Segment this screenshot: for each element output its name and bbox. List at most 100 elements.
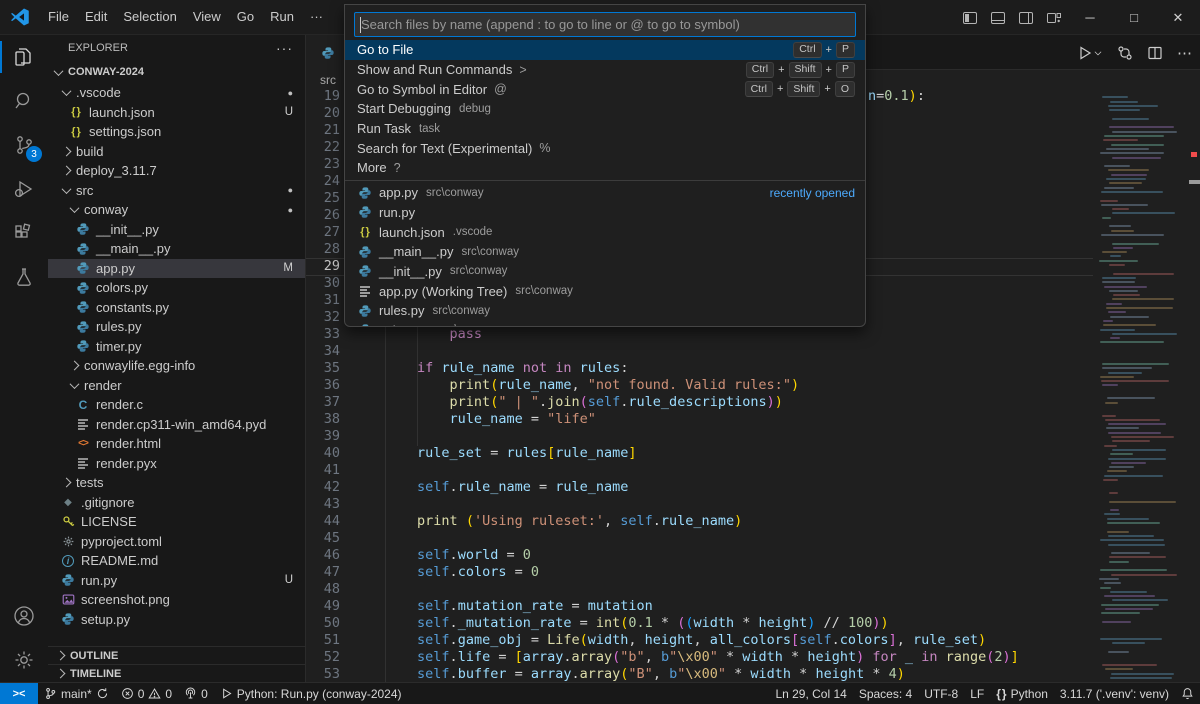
code-line-38: 38 rule_name = "life" (306, 411, 1200, 428)
ports-status[interactable]: 0 (178, 683, 214, 704)
outline-section[interactable]: OUTLINE (48, 646, 305, 664)
notifications-bell[interactable] (1175, 683, 1200, 704)
indentation-status[interactable]: Spaces: 4 (853, 683, 918, 704)
palette-command-go-to-symbol-in-editor[interactable]: Go to Symbol in Editor@Ctrl+Shift+O (345, 79, 865, 99)
menu-item-edit[interactable]: Edit (77, 6, 115, 27)
eol-status[interactable]: LF (964, 683, 990, 704)
command-label: Search for Text (Experimental) (357, 141, 532, 156)
palette-file-colors-py[interactable]: colors.pysrc\conway (345, 321, 865, 327)
tree-item-label: render.c (96, 397, 143, 412)
more-actions-icon[interactable]: ⋯ (1177, 44, 1192, 62)
language-mode[interactable]: { }Python (990, 683, 1054, 704)
tree-item-app-py[interactable]: app.pyM (48, 259, 305, 279)
tree-item-render-c[interactable]: Crender.c (48, 395, 305, 415)
tree-item-build[interactable]: build (48, 142, 305, 162)
cursor-position[interactable]: Ln 29, Col 14 (769, 683, 852, 704)
menu-more-icon[interactable]: ··· (302, 6, 331, 27)
tree-item-setup-py[interactable]: setup.py (48, 610, 305, 630)
toggle-sidebar-icon[interactable] (962, 10, 978, 26)
palette-file-init-py[interactable]: __init__.pysrc\conway (345, 262, 865, 282)
palette-separator (345, 180, 865, 181)
palette-command-show-and-run-commands[interactable]: Show and Run Commands>Ctrl+Shift+P (345, 60, 865, 80)
tree-item-run-py[interactable]: run.pyU (48, 571, 305, 591)
tree-item-src[interactable]: src● (48, 181, 305, 201)
tree-item-vscode[interactable]: .vscode● (48, 83, 305, 103)
key-icon (60, 514, 76, 530)
menu-item-selection[interactable]: Selection (115, 6, 184, 27)
tree-item-pyproject-toml[interactable]: pyproject.toml (48, 532, 305, 552)
menu-item-view[interactable]: View (185, 6, 229, 27)
menu-item-file[interactable]: File (40, 6, 77, 27)
command-label: Run Task (357, 121, 411, 136)
git-branch-status[interactable]: main* (38, 683, 115, 704)
menu-item-run[interactable]: Run (262, 6, 302, 27)
tree-item-constants-py[interactable]: constants.py (48, 298, 305, 318)
palette-command-go-to-file[interactable]: Go to FileCtrl+P (345, 40, 865, 60)
tree-item-screenshot-png[interactable]: screenshot.png (48, 590, 305, 610)
tree-item-label: README.md (81, 553, 158, 568)
settings-gear-icon[interactable] (0, 638, 48, 682)
remote-indicator[interactable]: >< (0, 683, 38, 704)
project-root-folder[interactable]: CONWAY-2024 (48, 61, 305, 83)
quick-open-input[interactable] (355, 13, 855, 36)
tree-item-tests[interactable]: tests (48, 473, 305, 493)
tree-item-render-cp311-win-amd64-pyd[interactable]: render.cp311-win_amd64.pyd (48, 415, 305, 435)
tab-app-py[interactable] (306, 35, 344, 70)
tree-item-gitignore[interactable]: ◆.gitignore (48, 493, 305, 513)
tree-item-timer-py[interactable]: timer.py (48, 337, 305, 357)
toggle-secondary-sidebar-icon[interactable] (1018, 10, 1034, 26)
tree-item-main-py[interactable]: __main__.py (48, 239, 305, 259)
palette-command-run-task[interactable]: Run Tasktask (345, 119, 865, 139)
tree-item-launch-json[interactable]: { }launch.jsonU (48, 103, 305, 123)
palette-file-launch-json[interactable]: { }launch.json.vscode (345, 222, 865, 242)
tree-item-license[interactable]: LICENSE (48, 512, 305, 532)
run-debug-icon[interactable] (0, 167, 48, 211)
tree-item-rules-py[interactable]: rules.py (48, 317, 305, 337)
extensions-icon[interactable] (0, 211, 48, 255)
toggle-panel-icon[interactable] (990, 10, 1006, 26)
account-icon[interactable] (0, 594, 48, 638)
minimap[interactable] (1093, 88, 1188, 682)
menu-item-go[interactable]: Go (229, 6, 262, 27)
palette-command-start-debugging[interactable]: Start Debuggingdebug (345, 99, 865, 119)
palette-file-app-py-working-tree[interactable]: app.py (Working Tree)src\conway (345, 281, 865, 301)
tree-item-readme-md[interactable]: iREADME.md (48, 551, 305, 571)
source-control-icon[interactable]: 3 (0, 123, 48, 167)
tree-item-colors-py[interactable]: colors.py (48, 278, 305, 298)
c-icon: C (75, 397, 91, 413)
run-config-status[interactable]: Python: Run.py (conway-2024) (214, 683, 408, 704)
tree-item-conwaylife-egg-info[interactable]: conwaylife.egg-info (48, 356, 305, 376)
encoding-status[interactable]: UTF-8 (918, 683, 964, 704)
python-icon (75, 338, 91, 354)
tree-item-render-pyx[interactable]: render.pyx (48, 454, 305, 474)
maximize-button[interactable]: □ (1112, 0, 1156, 35)
tree-item-settings-json[interactable]: { }settings.json (48, 122, 305, 142)
palette-file-app-py[interactable]: app.pysrc\conwayrecently opened (345, 183, 865, 203)
explorer-more-icon[interactable]: ··· (276, 40, 293, 56)
minimize-button[interactable]: ─ (1068, 0, 1112, 35)
tree-item-deploy-3-11-7[interactable]: deploy_3.11.7 (48, 161, 305, 181)
timeline-section[interactable]: TIMELINE (48, 664, 305, 682)
tree-item-render[interactable]: render (48, 376, 305, 396)
tree-item-init-py[interactable]: __init__.py (48, 220, 305, 240)
chevron-right-icon (62, 478, 72, 488)
tree-item-render-html[interactable]: <>render.html (48, 434, 305, 454)
palette-file-rules-py[interactable]: rules.pysrc\conway (345, 301, 865, 321)
testing-icon[interactable] (0, 255, 48, 299)
palette-command-search-for-text-experimental[interactable]: Search for Text (Experimental)% (345, 138, 865, 158)
explorer-icon[interactable] (0, 35, 48, 79)
quick-open-list: Go to FileCtrl+PShow and Run Commands>Ct… (345, 40, 865, 327)
palette-file-run-py[interactable]: run.py (345, 203, 865, 223)
run-python-file-button[interactable] (1077, 45, 1103, 61)
palette-command-more[interactable]: More? (345, 158, 865, 178)
split-editor-icon[interactable] (1147, 45, 1163, 61)
problems-status[interactable]: 0 0 (115, 683, 178, 704)
open-changes-icon[interactable] (1117, 45, 1133, 61)
customize-layout-icon[interactable] (1046, 10, 1062, 26)
close-button[interactable]: ✕ (1156, 0, 1200, 35)
tree-item-conway[interactable]: conway● (48, 200, 305, 220)
search-icon[interactable] (0, 79, 48, 123)
branch-icon (44, 687, 57, 700)
palette-file-main-py[interactable]: __main__.pysrc\conway (345, 242, 865, 262)
python-interpreter[interactable]: 3.11.7 ('.venv': venv) (1054, 683, 1175, 704)
